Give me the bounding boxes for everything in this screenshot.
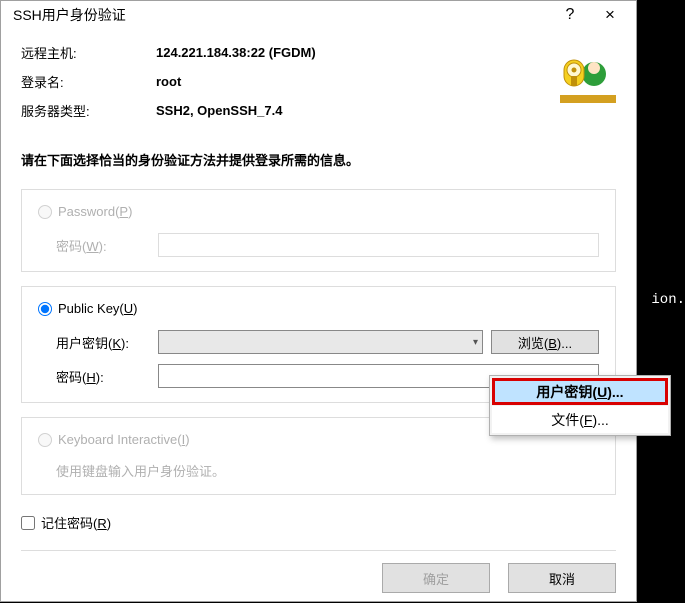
password-radio[interactable] <box>38 205 52 219</box>
remote-host-label: 远程主机: <box>21 43 156 62</box>
ssh-user-icon <box>560 52 616 111</box>
browse-dropdown: 用户密钥(U)... 文件(F)... <box>489 375 671 436</box>
userkey-combo[interactable]: ▾ <box>158 330 483 354</box>
dialog-title: SSH用户身份验证 <box>13 5 550 25</box>
publickey-radio-label: Public Key(U) <box>58 301 137 316</box>
ssh-auth-dialog: SSH用户身份验证 ? × 远程主机: 124.221.184.38:22 (F… <box>0 0 637 602</box>
passphrase-label: 密码(H): <box>38 367 150 386</box>
server-type-value: SSH2, OpenSSH_7.4 <box>156 103 552 118</box>
login-label: 登录名: <box>21 72 156 91</box>
password-radio-row: Password(P) <box>38 204 599 219</box>
dialog-footer: 确定 取消 <box>21 550 616 593</box>
remember-checkbox[interactable] <box>21 516 35 530</box>
server-type-label: 服务器类型: <box>21 101 156 120</box>
userkey-label: 用户密钥(K): <box>38 333 150 352</box>
password-radio-label: Password(P) <box>58 204 132 219</box>
remote-host-value: 124.221.184.38:22 (FGDM) <box>156 45 552 60</box>
publickey-radio[interactable] <box>38 302 52 316</box>
password-input <box>158 233 599 257</box>
password-field-label: 密码(W): <box>38 236 150 255</box>
cancel-button[interactable]: 取消 <box>508 563 616 593</box>
password-section: Password(P) 密码(W): <box>21 189 616 272</box>
dialog-content: 远程主机: 124.221.184.38:22 (FGDM) 登录名: root… <box>1 29 636 603</box>
login-value: root <box>156 74 552 89</box>
close-button[interactable]: × <box>590 1 630 29</box>
connection-info: 远程主机: 124.221.184.38:22 (FGDM) 登录名: root… <box>21 43 616 120</box>
dropdown-item-file[interactable]: 文件(F)... <box>492 406 668 433</box>
terminal-fragment: ion. <box>651 292 685 308</box>
remember-label: 记住密码(R) <box>41 513 111 532</box>
chevron-down-icon: ▾ <box>473 337 478 348</box>
dropdown-item-userkey[interactable]: 用户密钥(U)... <box>492 378 668 405</box>
keyboard-radio-label: Keyboard Interactive(I) <box>58 432 190 447</box>
titlebar: SSH用户身份验证 ? × <box>1 1 636 29</box>
keyboard-radio[interactable] <box>38 433 52 447</box>
instruction-text: 请在下面选择恰当的身份验证方法并提供登录所需的信息。 <box>21 150 616 169</box>
publickey-radio-row: Public Key(U) <box>38 301 599 316</box>
browse-button[interactable]: 浏览(B)... <box>491 330 599 354</box>
help-button[interactable]: ? <box>550 1 590 29</box>
ok-button[interactable]: 确定 <box>382 563 490 593</box>
keyboard-hint: 使用键盘输入用户身份验证。 <box>38 461 599 480</box>
remember-row: 记住密码(R) <box>21 513 616 532</box>
